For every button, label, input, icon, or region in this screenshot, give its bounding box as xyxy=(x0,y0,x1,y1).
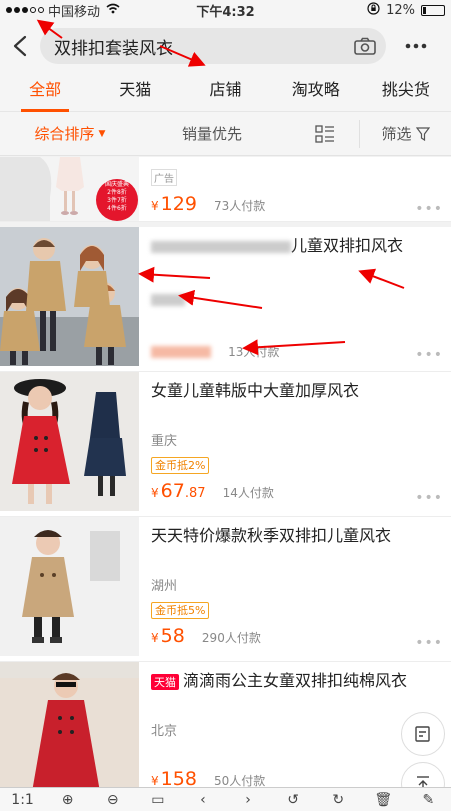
list-view-icon xyxy=(314,124,334,143)
tab-all[interactable]: 全部 xyxy=(0,72,90,112)
promo-line: 4件6折 xyxy=(107,205,127,212)
sort-comprehensive[interactable]: 综合排序 ▼ xyxy=(0,123,140,144)
zoom-in-icon[interactable]: ⊕ xyxy=(56,792,80,808)
blurred-location xyxy=(151,293,185,306)
next-page-icon[interactable]: › xyxy=(236,792,260,808)
signal-icon xyxy=(6,7,44,13)
browser-toolbar: 1:1 ⊕ ⊖ ▭ ‹ › ↺ ↻ 🗑 ✎ xyxy=(0,787,451,811)
product-image xyxy=(0,662,139,792)
price-value: 67 xyxy=(160,480,185,502)
product-location: 重庆 xyxy=(151,434,178,449)
tab-shops[interactable]: 店铺 xyxy=(180,72,270,112)
blurred-title xyxy=(151,240,291,253)
zoom-out-icon[interactable]: ⊖ xyxy=(101,792,125,808)
price-cents: .87 xyxy=(184,486,206,501)
product-card[interactable]: 女童儿童韩版中大童加厚风衣 重庆 金币抵2% ¥67.87 14人付款 ••• xyxy=(0,372,451,517)
promo-line: 2件8折 xyxy=(107,189,127,196)
clock: 下午4:32 xyxy=(196,4,255,20)
promo-line: 3件7折 xyxy=(107,197,127,204)
product-title: 儿童双排扣风衣 xyxy=(291,236,404,255)
more-options-button[interactable]: ••• xyxy=(415,201,443,217)
filter-button[interactable]: 筛选 xyxy=(360,123,451,144)
product-price: ¥129 xyxy=(151,193,197,215)
product-image xyxy=(0,227,139,366)
chevron-left-icon xyxy=(13,35,27,57)
blurred-price xyxy=(151,345,211,358)
sold-count: 14人付款 xyxy=(222,486,274,500)
back-button[interactable] xyxy=(0,20,40,72)
more-dots-icon xyxy=(405,43,427,49)
category-tabs: 全部 天猫 店铺 淘攻略 挑尖货 xyxy=(0,72,451,112)
currency-symbol: ¥ xyxy=(151,774,159,788)
sort-sales-first[interactable]: 销量优先 xyxy=(140,123,290,144)
sold-count: 13人付款 xyxy=(228,345,280,359)
coin-discount-badge: 金币抵5% xyxy=(151,602,210,619)
camera-icon[interactable] xyxy=(354,37,376,55)
product-card[interactable]: 天猫 滴滴雨公主女童双排扣纯棉风衣 北京 ¥158 50人付款 xyxy=(0,662,451,792)
product-card[interactable]: 儿童双排扣风衣 13人付款 ••• xyxy=(0,227,451,372)
filter-label: 筛选 xyxy=(381,125,412,143)
filter-icon xyxy=(415,126,430,141)
price-value: 58 xyxy=(160,625,185,647)
tab-premium[interactable]: 挑尖货 xyxy=(361,72,451,112)
product-image xyxy=(0,517,139,656)
battery-percent: 12% xyxy=(386,2,415,18)
tab-guides[interactable]: 淘攻略 xyxy=(271,72,361,112)
product-price: ¥58 xyxy=(151,625,185,647)
promo-badge: 国庆盛典 2件8折 3件7折 4件6折 xyxy=(100,181,134,213)
coin-discount-badge: 金币抵2% xyxy=(151,457,210,474)
prev-page-icon[interactable]: ‹ xyxy=(191,792,215,808)
product-location: 湖州 xyxy=(151,579,178,594)
product-image xyxy=(0,372,139,511)
product-location: 北京 xyxy=(151,724,178,739)
wifi-icon xyxy=(106,3,120,17)
tmall-badge: 天猫 xyxy=(151,674,179,690)
caret-down-icon: ▼ xyxy=(98,128,106,139)
select-icon[interactable]: ▭ xyxy=(146,792,170,808)
product-card[interactable]: 国庆盛典 2件8折 3件7折 4件6折 广告 ¥129 73人付款 ••• xyxy=(0,157,451,222)
sold-count: 73人付款 xyxy=(214,199,266,213)
more-options-button[interactable]: ••• xyxy=(415,347,443,363)
product-price: ¥67.87 xyxy=(151,480,206,502)
edit-note-icon xyxy=(415,726,430,742)
search-input[interactable]: 双排扣套装风衣 xyxy=(40,28,386,64)
sold-count: 50人付款 xyxy=(214,774,266,788)
carrier-name: 中国移动 xyxy=(48,4,101,20)
product-title: 滴滴雨公主女童双排扣纯棉风衣 xyxy=(183,671,408,690)
rotation-lock-icon xyxy=(367,1,380,19)
search-header: 双排扣套装风衣 xyxy=(0,20,451,72)
product-card[interactable]: 天天特价爆款秋季双排扣儿童风衣 湖州 金币抵5% ¥58 290人付款 ••• xyxy=(0,517,451,662)
feedback-button[interactable] xyxy=(401,712,445,756)
redo-icon[interactable]: ↻ xyxy=(326,792,350,808)
product-title: 女童儿童韩版中大童加厚风衣 xyxy=(151,381,360,400)
zoom-reset-button[interactable]: 1:1 xyxy=(11,792,35,808)
promo-line: 国庆盛典 xyxy=(104,181,129,188)
undo-icon[interactable]: ↺ xyxy=(281,792,305,808)
search-query: 双排扣套装风衣 xyxy=(54,38,173,59)
battery-icon xyxy=(421,4,445,16)
status-bar: 中国移动 下午4:32 12% xyxy=(0,0,451,20)
more-options-button[interactable]: ••• xyxy=(415,635,443,651)
sort-bar: 综合排序 ▼ 销量优先 筛选 xyxy=(0,112,451,156)
currency-symbol: ¥ xyxy=(151,199,159,213)
more-options-button[interactable]: ••• xyxy=(415,490,443,506)
currency-symbol: ¥ xyxy=(151,486,159,500)
edit-icon[interactable]: ✎ xyxy=(416,792,440,808)
sold-count: 290人付款 xyxy=(201,631,261,645)
currency-symbol: ¥ xyxy=(151,631,159,645)
tab-tmall[interactable]: 天猫 xyxy=(90,72,180,112)
trash-icon[interactable]: 🗑 xyxy=(371,792,395,808)
sort-comprehensive-label: 综合排序 xyxy=(34,125,95,143)
more-menu-button[interactable] xyxy=(386,20,446,72)
price-value: 129 xyxy=(160,193,197,215)
ad-tag: 广告 xyxy=(151,169,177,186)
product-image: 国庆盛典 2件8折 3件7折 4件6折 xyxy=(0,157,139,221)
layout-toggle-button[interactable] xyxy=(290,119,360,148)
product-title: 天天特价爆款秋季双排扣儿童风衣 xyxy=(151,526,392,545)
